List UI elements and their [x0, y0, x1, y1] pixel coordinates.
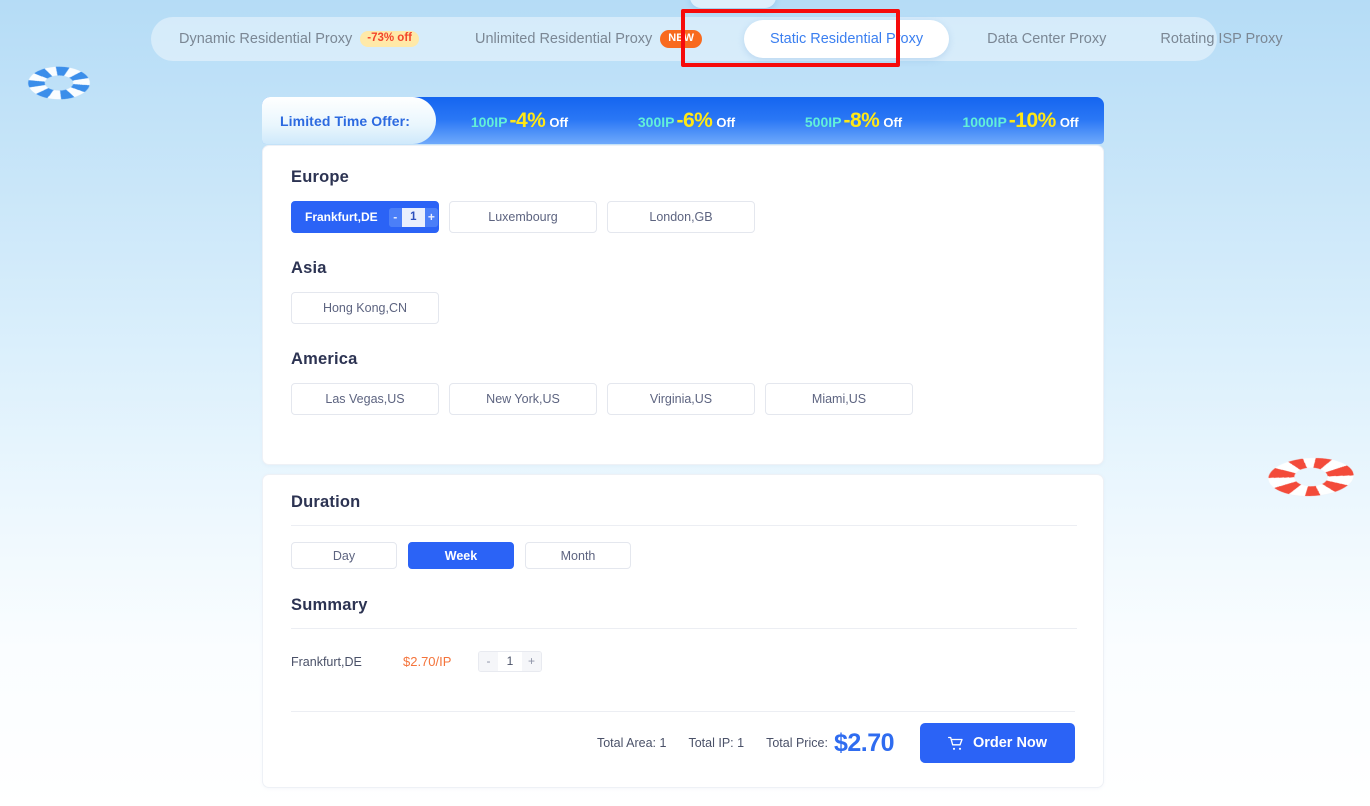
proxy-type-tabbar: Dynamic Residential Proxy -73% off Unlim… — [151, 17, 1283, 61]
total-ip-label: Total IP: — [688, 736, 734, 750]
discount-badge: -73% off — [360, 30, 419, 48]
offer-tier-off: Off — [1059, 114, 1079, 130]
offer-tier-off: Off — [549, 114, 569, 130]
offer-tier-ip: 500IP — [804, 113, 842, 130]
tab-label: Unlimited Residential Proxy — [475, 31, 653, 47]
location-chip-label: New York,US — [486, 392, 560, 406]
tab-label: Data Center Proxy — [987, 31, 1107, 47]
tab-static-residential-proxy[interactable]: Static Residential Proxy — [743, 20, 950, 58]
offer-tier-pct: -10% — [1008, 108, 1057, 132]
order-now-label: Order Now — [972, 735, 1048, 751]
region-title-asia: Asia — [291, 259, 327, 277]
offer-tier-pct: -8% — [843, 108, 880, 132]
offer-tier: 500IP -8% Off — [770, 109, 937, 133]
location-chip-miami-us[interactable]: Miami,US — [765, 383, 913, 415]
top-partial-pill — [690, 0, 776, 8]
duration-option-week[interactable]: Week — [408, 542, 514, 569]
offer-tier-pct: -6% — [676, 108, 713, 132]
summary-title: Summary — [291, 596, 368, 614]
order-totals-bar: Total Area: 1 Total IP: 1 Total Price: $… — [597, 723, 1075, 763]
tab-dynamic-residential-proxy[interactable]: Dynamic Residential Proxy -73% off — [165, 20, 433, 58]
offer-tier: 300IP -6% Off — [603, 109, 770, 133]
duration-option-month[interactable]: Month — [525, 542, 631, 569]
lifebuoy-icon-blue — [20, 52, 98, 114]
tab-label: Dynamic Residential Proxy — [179, 31, 353, 47]
total-price-value: $2.70 — [833, 728, 895, 757]
decrement-button[interactable]: - — [388, 207, 402, 227]
location-chip-new-york-us[interactable]: New York,US — [449, 383, 597, 415]
new-badge: NEW — [660, 30, 702, 48]
duration-option-label: Day — [332, 548, 356, 563]
location-chip-label: London,GB — [649, 210, 713, 224]
total-area: Total Area: 1 — [597, 736, 667, 750]
offer-tier-ip: 1000IP — [962, 113, 1007, 130]
region-title-america: America — [291, 350, 358, 368]
offer-tier-ip: 100IP — [470, 113, 508, 130]
duration-options: Day Week Month — [291, 542, 1077, 569]
increment-button[interactable]: + — [522, 652, 541, 671]
summary-divider — [291, 628, 1077, 629]
region-title-europe: Europe — [291, 168, 350, 186]
duration-title: Duration — [291, 493, 361, 511]
offer-tier-pct: -4% — [509, 108, 546, 132]
footer-divider — [291, 711, 1075, 712]
location-chip-las-vegas-us[interactable]: Las Vegas,US — [291, 383, 439, 415]
location-quantity-stepper[interactable]: - 1 + — [388, 207, 438, 227]
offer-tier: 100IP -4% Off — [436, 109, 603, 133]
tab-rotating-isp-proxy[interactable]: Rotating ISP Proxy — [1146, 20, 1296, 58]
duration-option-label: Week — [444, 548, 478, 563]
increment-button[interactable]: + — [424, 207, 438, 227]
region-chips-america: Las Vegas,US New York,US Virginia,US Mia… — [291, 383, 1075, 415]
locations-card: Europe Frankfurt,DE - 1 + Luxembourg Lon… — [262, 145, 1104, 465]
order-now-button[interactable]: Order Now — [920, 723, 1075, 763]
total-ip-value: 1 — [737, 736, 745, 750]
location-chip-luxembourg[interactable]: Luxembourg — [449, 201, 597, 233]
duration-option-day[interactable]: Day — [291, 542, 397, 569]
summary-row: Frankfurt,DE $2.70/IP - 1 + — [291, 651, 1077, 672]
total-area-label: Total Area: — [596, 736, 657, 750]
location-chip-label: Hong Kong,CN — [322, 301, 408, 315]
offer-label: Limited Time Offer: — [262, 97, 436, 144]
duration-summary-card: Duration Day Week Month Summary Frankfur… — [262, 474, 1104, 788]
offer-tier-off: Off — [716, 114, 736, 130]
location-chip-virginia-us[interactable]: Virginia,US — [607, 383, 755, 415]
tab-data-center-proxy[interactable]: Data Center Proxy — [973, 20, 1120, 58]
region-chips-asia: Hong Kong,CN — [291, 292, 1075, 324]
location-chip-label: Frankfurt,DE — [305, 210, 378, 224]
duration-option-label: Month — [560, 548, 596, 563]
offer-tier-list: 100IP -4% Off 300IP -6% Off 500IP -8% Of… — [436, 109, 1104, 133]
summary-quantity-stepper[interactable]: - 1 + — [478, 651, 542, 672]
location-chip-hong-kong-cn[interactable]: Hong Kong,CN — [291, 292, 439, 324]
location-chip-label: Las Vegas,US — [325, 392, 405, 406]
quantity-value[interactable]: 1 — [401, 207, 425, 227]
tab-label: Rotating ISP Proxy — [1160, 31, 1283, 47]
location-chip-label: Virginia,US — [649, 392, 713, 406]
summary-unit-price: $2.70/IP — [403, 654, 452, 669]
total-ip: Total IP: 1 — [688, 736, 744, 750]
tab-label: Static Residential Proxy — [769, 31, 924, 47]
location-chip-london-gb[interactable]: London,GB — [607, 201, 755, 233]
total-price-label: Total Price: — [766, 736, 828, 750]
location-chip-label: Miami,US — [811, 392, 867, 406]
decrement-button[interactable]: - — [479, 652, 498, 671]
tab-unlimited-residential-proxy[interactable]: Unlimited Residential Proxy NEW — [461, 20, 716, 58]
duration-divider — [291, 525, 1077, 526]
offer-tier-off: Off — [883, 114, 903, 130]
location-chip-label: Luxembourg — [488, 210, 558, 224]
location-chip-frankfurt-de[interactable]: Frankfurt,DE - 1 + — [291, 201, 439, 233]
offer-tier: 1000IP -10% Off — [937, 109, 1104, 133]
lifebuoy-icon-red — [1262, 443, 1360, 511]
offer-tier-ip: 300IP — [637, 113, 675, 130]
quantity-value[interactable]: 1 — [498, 652, 522, 671]
limited-time-offer-banner: Limited Time Offer: 100IP -4% Off 300IP … — [262, 97, 1104, 144]
shopping-cart-icon — [947, 736, 964, 751]
region-chips-europe: Frankfurt,DE - 1 + Luxembourg London,GB — [291, 201, 1075, 233]
summary-location-name: Frankfurt,DE — [291, 654, 362, 669]
total-area-value: 1 — [659, 736, 667, 750]
